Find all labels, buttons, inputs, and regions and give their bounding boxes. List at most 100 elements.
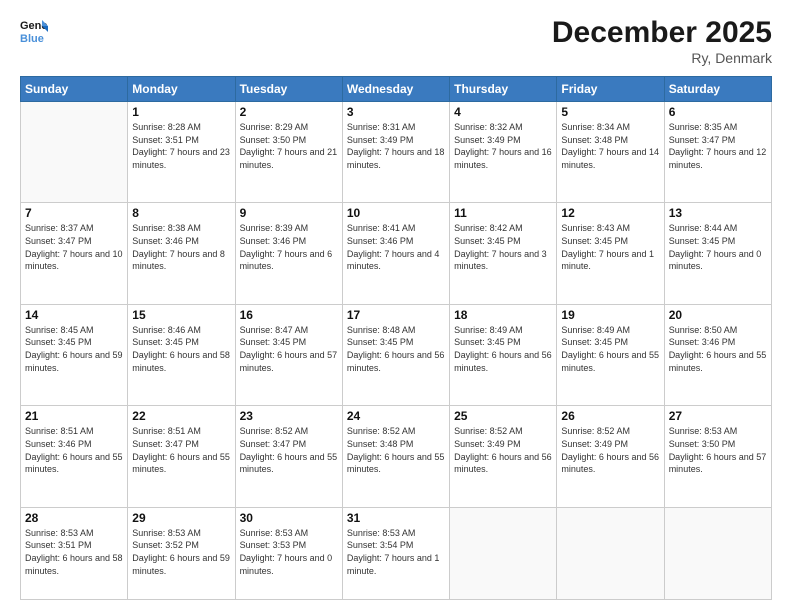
day-info: Sunrise: 8:32 AM Sunset: 3:49 PM Dayligh… [454,121,552,171]
day-info: Sunrise: 8:34 AM Sunset: 3:48 PM Dayligh… [561,121,659,171]
table-row: 6 Sunrise: 8:35 AM Sunset: 3:47 PM Daylig… [664,102,771,203]
day-info: Sunrise: 8:50 AM Sunset: 3:46 PM Dayligh… [669,324,767,374]
day-info: Sunrise: 8:47 AM Sunset: 3:45 PM Dayligh… [240,324,338,374]
day-info: Sunrise: 8:42 AM Sunset: 3:45 PM Dayligh… [454,222,552,272]
table-row: 13 Sunrise: 8:44 AM Sunset: 3:45 PM Dayli… [664,203,771,304]
day-number: 23 [240,409,338,423]
header-monday: Monday [128,77,235,102]
day-info: Sunrise: 8:52 AM Sunset: 3:47 PM Dayligh… [240,425,338,475]
day-number: 27 [669,409,767,423]
day-number: 16 [240,308,338,322]
day-info: Sunrise: 8:46 AM Sunset: 3:45 PM Dayligh… [132,324,230,374]
day-info: Sunrise: 8:37 AM Sunset: 3:47 PM Dayligh… [25,222,123,272]
day-number: 8 [132,206,230,220]
header-sunday: Sunday [21,77,128,102]
day-number: 12 [561,206,659,220]
calendar-week-row: 7 Sunrise: 8:37 AM Sunset: 3:47 PM Daylig… [21,203,772,304]
table-row [664,507,771,599]
day-info: Sunrise: 8:52 AM Sunset: 3:49 PM Dayligh… [454,425,552,475]
day-number: 1 [132,105,230,119]
table-row: 2 Sunrise: 8:29 AM Sunset: 3:50 PM Daylig… [235,102,342,203]
header-saturday: Saturday [664,77,771,102]
table-row: 25 Sunrise: 8:52 AM Sunset: 3:49 PM Dayli… [450,406,557,507]
table-row: 31Sunrise: 8:53 AM Sunset: 3:54 PM Dayli… [342,507,449,599]
day-number: 31 [347,511,445,525]
day-number: 18 [454,308,552,322]
table-row: 7 Sunrise: 8:37 AM Sunset: 3:47 PM Daylig… [21,203,128,304]
day-info: Sunrise: 8:52 AM Sunset: 3:48 PM Dayligh… [347,425,445,475]
table-row: 11 Sunrise: 8:42 AM Sunset: 3:45 PM Dayli… [450,203,557,304]
day-number: 6 [669,105,767,119]
table-row: 20 Sunrise: 8:50 AM Sunset: 3:46 PM Dayli… [664,304,771,405]
day-number: 20 [669,308,767,322]
table-row: 16 Sunrise: 8:47 AM Sunset: 3:45 PM Dayli… [235,304,342,405]
table-row: 10 Sunrise: 8:41 AM Sunset: 3:46 PM Dayli… [342,203,449,304]
table-row: 18Sunrise: 8:49 AM Sunset: 3:45 PM Dayli… [450,304,557,405]
table-row: 19 Sunrise: 8:49 AM Sunset: 3:45 PM Dayli… [557,304,664,405]
table-row: 24 Sunrise: 8:52 AM Sunset: 3:48 PM Dayli… [342,406,449,507]
day-info: Sunrise: 8:31 AM Sunset: 3:49 PM Dayligh… [347,121,445,171]
table-row: 9Sunrise: 8:39 AM Sunset: 3:46 PM Daylig… [235,203,342,304]
day-info: Sunrise: 8:48 AM Sunset: 3:45 PM Dayligh… [347,324,445,374]
day-info: Sunrise: 8:53 AM Sunset: 3:52 PM Dayligh… [132,527,230,577]
day-info: Sunrise: 8:53 AM Sunset: 3:50 PM Dayligh… [669,425,767,475]
calendar-header-row: Sunday Monday Tuesday Wednesday Thursday… [21,77,772,102]
calendar-week-row: 28Sunrise: 8:53 AM Sunset: 3:51 PM Dayli… [21,507,772,599]
day-number: 3 [347,105,445,119]
page: General Blue December 2025 Ry, Denmark S… [0,0,792,612]
day-number: 25 [454,409,552,423]
day-number: 2 [240,105,338,119]
svg-text:Blue: Blue [20,33,44,44]
day-number: 22 [132,409,230,423]
subtitle: Ry, Denmark [552,50,772,66]
title-block: December 2025 Ry, Denmark [552,16,772,66]
table-row: 4 Sunrise: 8:32 AM Sunset: 3:49 PM Daylig… [450,102,557,203]
day-number: 24 [347,409,445,423]
table-row: 12Sunrise: 8:43 AM Sunset: 3:45 PM Dayli… [557,203,664,304]
day-number: 7 [25,206,123,220]
day-info: Sunrise: 8:52 AM Sunset: 3:49 PM Dayligh… [561,425,659,475]
table-row: 5Sunrise: 8:34 AM Sunset: 3:48 PM Daylig… [557,102,664,203]
header-friday: Friday [557,77,664,102]
calendar-table: Sunday Monday Tuesday Wednesday Thursday… [20,76,772,600]
header-thursday: Thursday [450,77,557,102]
day-info: Sunrise: 8:44 AM Sunset: 3:45 PM Dayligh… [669,222,767,272]
day-number: 4 [454,105,552,119]
table-row: 21 Sunrise: 8:51 AM Sunset: 3:46 PM Dayli… [21,406,128,507]
day-number: 11 [454,206,552,220]
day-number: 29 [132,511,230,525]
table-row: 22 Sunrise: 8:51 AM Sunset: 3:47 PM Dayli… [128,406,235,507]
table-row: 26 Sunrise: 8:52 AM Sunset: 3:49 PM Dayli… [557,406,664,507]
day-info: Sunrise: 8:35 AM Sunset: 3:47 PM Dayligh… [669,121,767,171]
calendar-week-row: 21 Sunrise: 8:51 AM Sunset: 3:46 PM Dayli… [21,406,772,507]
table-row: 17 Sunrise: 8:48 AM Sunset: 3:45 PM Dayli… [342,304,449,405]
day-number: 21 [25,409,123,423]
table-row: 14Sunrise: 8:45 AM Sunset: 3:45 PM Dayli… [21,304,128,405]
main-title: December 2025 [552,16,772,50]
table-row: 8Sunrise: 8:38 AM Sunset: 3:46 PM Daylig… [128,203,235,304]
day-number: 10 [347,206,445,220]
day-info: Sunrise: 8:39 AM Sunset: 3:46 PM Dayligh… [240,222,338,272]
day-number: 17 [347,308,445,322]
day-info: Sunrise: 8:51 AM Sunset: 3:47 PM Dayligh… [132,425,230,475]
day-info: Sunrise: 8:45 AM Sunset: 3:45 PM Dayligh… [25,324,123,374]
day-info: Sunrise: 8:51 AM Sunset: 3:46 PM Dayligh… [25,425,123,475]
table-row: 29 Sunrise: 8:53 AM Sunset: 3:52 PM Dayli… [128,507,235,599]
header-tuesday: Tuesday [235,77,342,102]
day-info: Sunrise: 8:41 AM Sunset: 3:46 PM Dayligh… [347,222,445,272]
table-row: 15 Sunrise: 8:46 AM Sunset: 3:45 PM Dayli… [128,304,235,405]
header-wednesday: Wednesday [342,77,449,102]
day-number: 13 [669,206,767,220]
day-number: 19 [561,308,659,322]
day-info: Sunrise: 8:53 AM Sunset: 3:51 PM Dayligh… [25,527,123,577]
day-info: Sunrise: 8:29 AM Sunset: 3:50 PM Dayligh… [240,121,338,171]
day-number: 15 [132,308,230,322]
logo-icon: General Blue [20,16,48,44]
table-row: 27 Sunrise: 8:53 AM Sunset: 3:50 PM Dayli… [664,406,771,507]
table-row: 30Sunrise: 8:53 AM Sunset: 3:53 PM Dayli… [235,507,342,599]
day-number: 26 [561,409,659,423]
day-info: Sunrise: 8:28 AM Sunset: 3:51 PM Dayligh… [132,121,230,171]
day-info: Sunrise: 8:49 AM Sunset: 3:45 PM Dayligh… [561,324,659,374]
table-row [21,102,128,203]
table-row [450,507,557,599]
